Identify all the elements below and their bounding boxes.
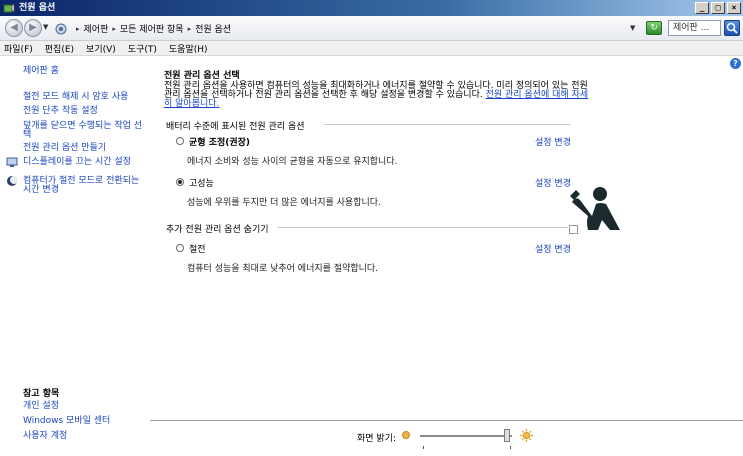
breadcrumb-separator-icon[interactable]: ▸ <box>112 25 116 33</box>
breadcrumb-separator-icon[interactable]: ▸ <box>76 25 80 33</box>
sleep-time-link[interactable]: 컴퓨터가 절전 모드로 전환되는 시간 변경 <box>23 177 143 195</box>
battery-plans-group: 배터리 수준에 표시된 전원 관리 옵션 <box>166 119 305 132</box>
control-panel-icon <box>55 23 67 34</box>
power-options-icon <box>3 2 15 14</box>
plan-radio[interactable] <box>176 244 184 252</box>
power-buttons-link[interactable]: 전원 단추 작동 설정 <box>23 107 143 116</box>
breadcrumb[interactable]: ▸ 제어판 ▸ 모든 제어판 항목 ▸ 전원 옵션 <box>54 20 638 37</box>
page-title: 전원 관리 옵션 선택 <box>164 71 240 81</box>
slider-tick <box>510 446 511 449</box>
dim-sun-icon <box>402 431 410 439</box>
plan-radio[interactable] <box>176 137 184 145</box>
address-bar: ◀ ▶ ▼ ▸ 제어판 ▸ 모든 제어판 항목 ▸ 전원 옵션 ▼ ↻ 제어판 … <box>0 16 743 41</box>
help-icon[interactable]: ? <box>730 58 741 69</box>
display-off-link[interactable]: 디스플레이를 끄는 시간 설정 <box>23 158 143 167</box>
history-dropdown-icon[interactable]: ▼ <box>43 23 48 31</box>
menu-file[interactable]: 파일(F) <box>4 42 33 55</box>
group-label[interactable]: 추가 전원 관리 옵션 숨기기 <box>166 222 269 235</box>
window-title: 전원 옵션 <box>19 3 56 13</box>
forward-arrow-icon[interactable]: ▶ <box>24 19 42 37</box>
main-content: ? 전원 관리 옵션 선택 전원 관리 옵션을 사용하면 컴퓨터의 성능을 최대… <box>150 56 743 456</box>
change-plan-settings-link[interactable]: 설정 변경 <box>535 135 571 148</box>
search-icon[interactable] <box>724 20 740 36</box>
sleep-moon-icon <box>7 176 18 186</box>
mobility-center-link[interactable]: Windows 모바일 센터 <box>23 417 143 426</box>
menu-help[interactable]: 도움말(H) <box>169 42 208 55</box>
require-password-link[interactable]: 절전 모드 해제 시 암호 사용 <box>23 93 143 102</box>
task-pane: 제어판 홈 절전 모드 해제 시 암호 사용 전원 단추 작동 설정 덮개를 닫… <box>0 56 150 456</box>
brightness-label: 화면 밝기: <box>357 434 397 444</box>
plan-name[interactable]: 고성능 <box>189 176 214 189</box>
raised-hand-person-icon <box>570 187 620 230</box>
maximize-button[interactable]: □ <box>711 2 725 14</box>
change-plan-settings-link[interactable]: 설정 변경 <box>535 242 571 255</box>
plan-name[interactable]: 절전 <box>189 242 206 255</box>
menu-tools[interactable]: 도구(T) <box>128 42 157 55</box>
close-button[interactable]: × <box>727 2 741 14</box>
refresh-icon[interactable]: ↻ <box>646 21 662 35</box>
minimize-button[interactable]: _ <box>695 2 709 14</box>
menu-bar: 파일(F) 편집(E) 보기(V) 도구(T) 도움말(H) <box>0 41 743 56</box>
control-panel-home-link[interactable]: 제어판 홈 <box>23 67 143 76</box>
brightness-slider-thumb[interactable] <box>504 429 511 442</box>
see-also-heading: 참고 항목 <box>23 389 60 399</box>
bright-sun-icon <box>520 429 533 442</box>
slider-tick <box>423 446 424 449</box>
create-power-plan-link[interactable]: 전원 관리 옵션 만들기 <box>23 144 143 153</box>
address-dropdown-icon[interactable]: ▼ <box>630 24 635 32</box>
breadcrumb-item[interactable]: 모든 제어판 항목 <box>120 22 184 35</box>
additional-plans-group: 추가 전원 관리 옵션 숨기기 <box>166 222 269 235</box>
window-titlebar[interactable]: 전원 옵션 _ □ × <box>0 0 743 16</box>
menu-view[interactable]: 보기(V) <box>86 42 116 55</box>
user-accounts-link[interactable]: 사용자 계정 <box>23 432 143 441</box>
breadcrumb-item[interactable]: 전원 옵션 <box>195 22 231 35</box>
group-label: 배터리 수준에 표시된 전원 관리 옵션 <box>166 122 305 132</box>
breadcrumb-item[interactable]: 제어판 <box>84 22 109 35</box>
bottom-divider <box>150 420 743 421</box>
plan-name[interactable]: 균형 조정(권장) <box>189 135 250 148</box>
lid-close-link[interactable]: 덮개를 닫으면 수행되는 작업 선택 <box>23 122 143 140</box>
group-divider <box>324 124 570 125</box>
group-divider <box>278 227 568 228</box>
search-input[interactable]: 제어판 ... <box>668 20 721 36</box>
page-description: 전원 관리 옵션을 사용하면 컴퓨터의 성능을 최대화하거나 에너지를 절약할 … <box>164 82 589 109</box>
monitor-icon <box>6 157 18 167</box>
plan-radio[interactable] <box>176 178 184 186</box>
brightness-slider-track[interactable] <box>420 435 512 437</box>
menu-edit[interactable]: 편집(E) <box>45 42 74 55</box>
change-plan-settings-link[interactable]: 설정 변경 <box>535 176 571 189</box>
breadcrumb-separator-icon[interactable]: ▸ <box>188 25 192 33</box>
plan-description: 성능에 우위를 두지만 더 많은 에너지를 사용합니다. <box>187 198 381 208</box>
personalization-link[interactable]: 개인 설정 <box>23 402 143 411</box>
plan-description: 컴퓨터 성능을 최대로 낮추어 에너지를 절약합니다. <box>187 264 379 274</box>
plan-description: 에너지 소비와 성능 사이의 균형을 자동으로 유지합니다. <box>187 157 398 167</box>
back-arrow-icon[interactable]: ◀ <box>5 19 23 37</box>
